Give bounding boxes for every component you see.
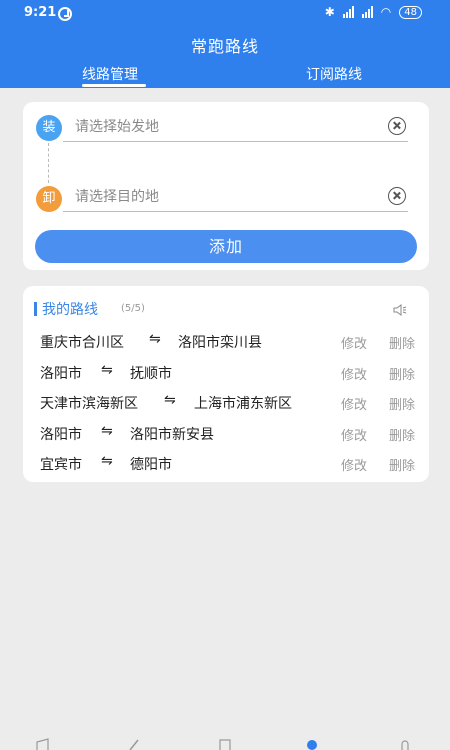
status-icons: ✱ ◠ 48	[325, 5, 422, 19]
app-header: 9:21 ✱ ◠ 48 常跑路线 线路管理 订阅路线	[0, 0, 450, 88]
destination-input[interactable]	[75, 187, 365, 207]
route-destination: 上海市浦东新区	[194, 396, 292, 412]
route-row: 洛阳市 ⇋ 抚顺市 修改 删除	[23, 357, 429, 387]
route-row: 洛阳市 ⇋ 洛阳市新安县 修改 删除	[23, 418, 429, 448]
status-bar: 9:21 ✱ ◠ 48	[0, 0, 450, 28]
home-nav-icon[interactable]	[36, 738, 50, 750]
swap-icon: ⇋	[101, 453, 113, 469]
route-row: 宜宾市 ⇋ 德阳市 修改 删除	[23, 448, 429, 478]
active-tab-indicator	[82, 84, 146, 87]
route-destination: 洛阳市新安县	[130, 427, 214, 443]
clear-destination-icon[interactable]	[388, 187, 406, 205]
clear-origin-icon[interactable]	[388, 117, 406, 135]
swap-icon: ⇋	[101, 423, 113, 439]
route-origin: 天津市滨海新区	[40, 396, 138, 412]
document-nav-icon[interactable]	[218, 738, 232, 750]
route-form-card: 装 卸 添加	[23, 102, 429, 270]
section-marker	[34, 302, 37, 316]
pen-nav-icon[interactable]	[127, 738, 141, 750]
battery-icon: 48	[399, 5, 422, 19]
my-routes-card: 我的路线 (5/5) 重庆市合川区 ⇋ 洛阳市栾川县 修改 删除 洛阳市 ⇋ 抚…	[23, 286, 429, 482]
speaker-icon[interactable]	[393, 304, 407, 316]
delete-route-button[interactable]: 删除	[389, 394, 415, 413]
alarm-icon	[58, 7, 72, 21]
route-origin: 洛阳市	[40, 366, 82, 382]
location-nav-icon[interactable]	[305, 738, 319, 750]
destination-field[interactable]	[63, 182, 408, 212]
status-time: 9:21	[24, 5, 57, 20]
routes-title: 我的路线	[42, 302, 98, 318]
unload-badge-icon: 卸	[36, 186, 62, 212]
load-badge-icon: 装	[36, 115, 62, 141]
edit-route-button[interactable]: 修改	[341, 394, 367, 413]
edit-route-button[interactable]: 修改	[341, 333, 367, 352]
signal-icon	[342, 6, 354, 18]
route-origin: 洛阳市	[40, 427, 82, 443]
delete-route-button[interactable]: 删除	[389, 333, 415, 352]
swap-icon: ⇋	[164, 392, 176, 408]
tab-subscribe-routes[interactable]: 订阅路线	[306, 64, 362, 84]
route-destination: 德阳市	[130, 457, 172, 473]
edit-route-button[interactable]: 修改	[341, 364, 367, 383]
origin-input[interactable]	[75, 117, 365, 137]
tab-route-management[interactable]: 线路管理	[82, 64, 138, 84]
route-origin: 宜宾市	[40, 457, 82, 473]
routes-count: (5/5)	[121, 303, 145, 314]
swap-icon: ⇋	[149, 331, 161, 347]
delete-route-button[interactable]: 删除	[389, 455, 415, 474]
edit-route-button[interactable]: 修改	[341, 455, 367, 474]
route-row: 天津市滨海新区 ⇋ 上海市浦东新区 修改 删除	[23, 387, 429, 417]
delete-route-button[interactable]: 删除	[389, 425, 415, 444]
route-destination: 抚顺市	[130, 366, 172, 382]
wifi-icon: ◠	[380, 5, 392, 19]
origin-field[interactable]	[63, 112, 408, 142]
page-title: 常跑路线	[190, 37, 259, 56]
route-destination: 洛阳市栾川县	[178, 335, 262, 351]
edit-route-button[interactable]: 修改	[341, 425, 367, 444]
bottom-nav	[0, 738, 450, 750]
signal-icon-2	[361, 6, 373, 18]
delete-route-button[interactable]: 删除	[389, 364, 415, 383]
bluetooth-icon: ✱	[324, 5, 335, 19]
profile-nav-icon[interactable]	[398, 738, 412, 750]
connector-line	[48, 143, 49, 183]
route-row: 重庆市合川区 ⇋ 洛阳市栾川县 修改 删除	[23, 326, 429, 356]
add-button[interactable]: 添加	[35, 230, 417, 263]
swap-icon: ⇋	[101, 362, 113, 378]
route-origin: 重庆市合川区	[40, 335, 124, 351]
